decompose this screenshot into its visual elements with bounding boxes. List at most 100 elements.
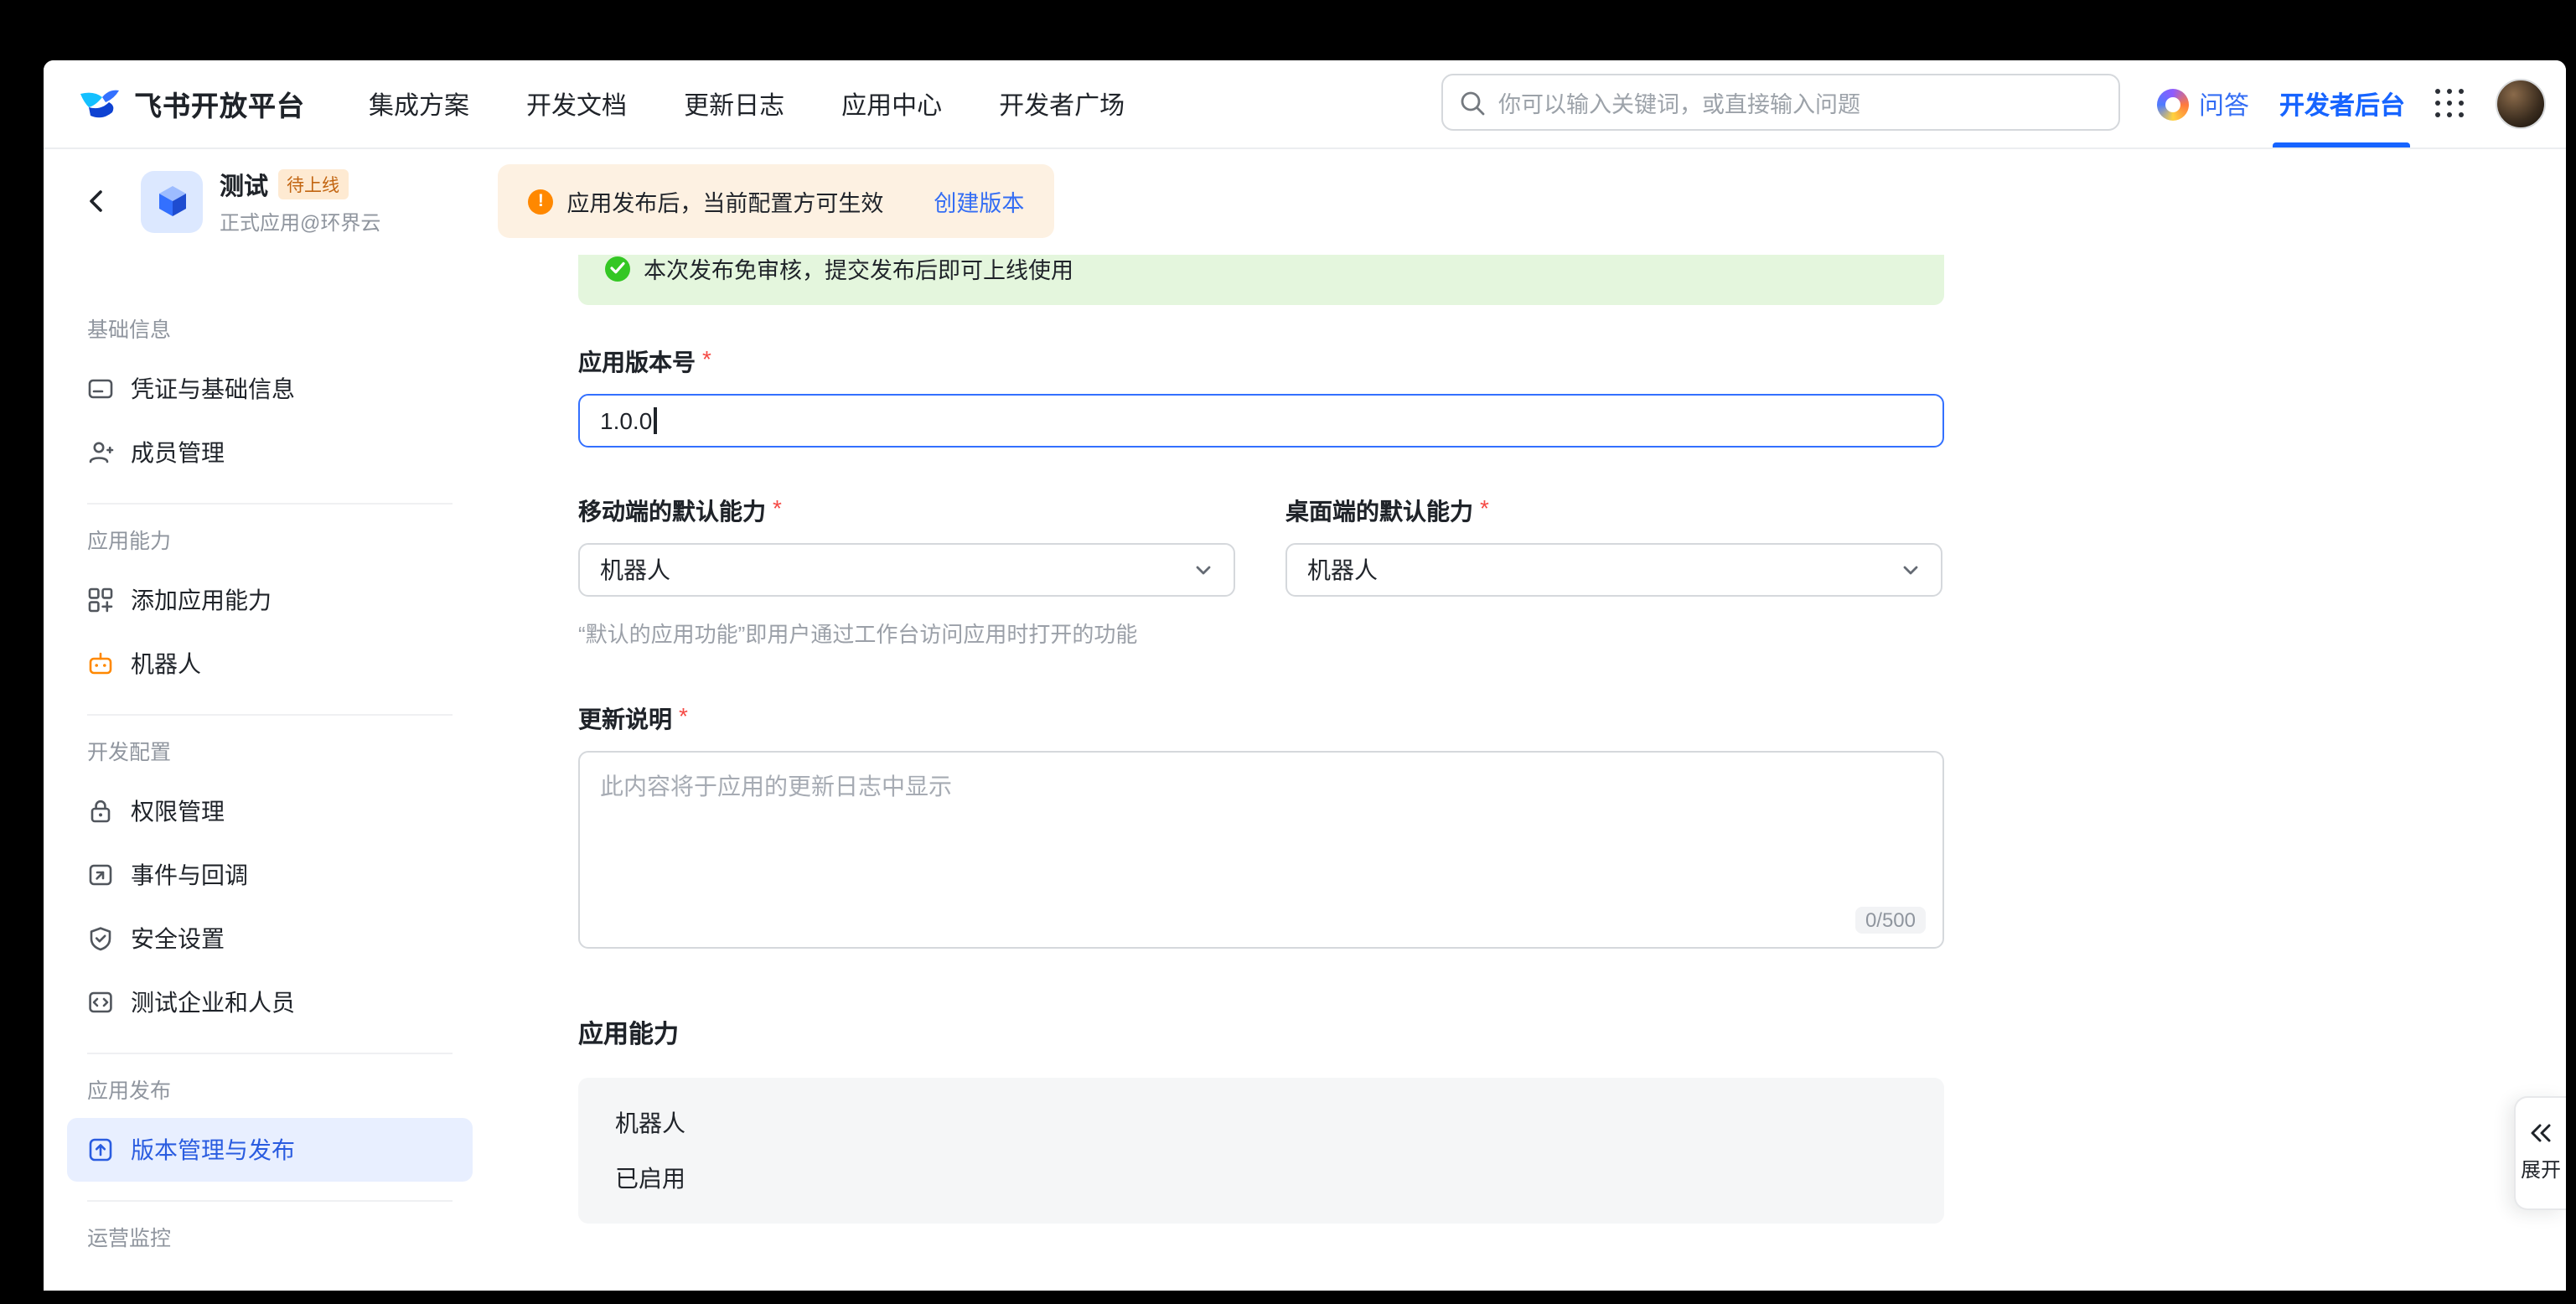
capability-status: 已启用 <box>615 1162 1907 1195</box>
nav-dev-plaza[interactable]: 开发者广场 <box>999 86 1125 122</box>
nav-app-center[interactable]: 应用中心 <box>841 86 942 122</box>
desktop-capability-col: 桌面端的默认能力* 机器人 <box>1285 494 1942 597</box>
sidebar-item-add-capability[interactable]: 添加应用能力 <box>67 568 473 632</box>
form-content: 本次发布免审核，提交发布后即可上线使用 应用版本号* 1.0.0 移动端的默认能… <box>578 255 1944 1291</box>
mobile-capability-label: 移动端的默认能力* <box>578 494 1235 528</box>
sidebar-item-bot[interactable]: 机器人 <box>67 632 473 696</box>
sidebar-section-monitor: 运营监控 <box>67 1220 473 1252</box>
nav-docs[interactable]: 开发文档 <box>526 86 627 122</box>
sidebar-item-version-release[interactable]: 版本管理与发布 <box>67 1118 473 1182</box>
back-chevron-icon <box>84 188 111 215</box>
brand[interactable]: 飞书开放平台 <box>77 82 305 126</box>
sidebar-item-label: 机器人 <box>131 647 201 680</box>
default-capability-hint: “默认的应用功能”即用户通过工作台访问应用时打开的功能 <box>578 617 1944 649</box>
desktop-capability-label: 桌面端的默认能力* <box>1285 494 1942 528</box>
sidebar-item-label: 权限管理 <box>131 794 225 828</box>
test-org-icon <box>87 989 114 1016</box>
sidebar-item-members[interactable]: 成员管理 <box>67 421 473 484</box>
capability-summary-box: 机器人 已启用 <box>578 1078 1944 1224</box>
sidebar-item-label: 凭证与基础信息 <box>131 372 295 406</box>
sidebar-item-permissions[interactable]: 权限管理 <box>67 779 473 843</box>
top-header: 飞书开放平台 集成方案 开发文档 更新日志 应用中心 开发者广场 你可以输入关键… <box>44 60 2566 149</box>
changelog-placeholder: 此内容将于应用的更新日志中显示 <box>600 773 952 799</box>
qa-label: 问答 <box>2199 86 2249 122</box>
active-tab-underline <box>2273 142 2411 147</box>
nav-integration[interactable]: 集成方案 <box>369 86 469 122</box>
warning-icon: ! <box>528 189 553 214</box>
sidebar-section-devconfig: 开发配置 <box>67 734 473 766</box>
header-right: 问答 开发者后台 <box>2157 60 2566 147</box>
required-mark: * <box>773 494 782 528</box>
success-banner-text: 本次发布免审核，提交发布后即可上线使用 <box>644 255 1073 285</box>
required-mark: * <box>1480 494 1489 528</box>
app-name: 测试 <box>220 167 268 202</box>
status-badge: 待上线 <box>278 169 348 199</box>
chevron-down-icon <box>1193 560 1213 580</box>
sidebar-item-label: 测试企业和人员 <box>131 986 295 1019</box>
cube-icon <box>152 181 192 221</box>
app-subtitle: 正式应用@环界云 <box>220 207 380 235</box>
default-capability-row: 移动端的默认能力* 机器人 桌面端的默认能力* <box>578 494 1944 597</box>
add-capability-icon <box>87 587 114 613</box>
sidebar-divider <box>87 503 453 505</box>
main-nav: 集成方案 开发文档 更新日志 应用中心 开发者广场 <box>369 86 1125 122</box>
search-icon <box>1460 90 1485 115</box>
main-panel: 本次发布免审核，提交发布后即可上线使用 应用版本号* 1.0.0 移动端的默认能… <box>496 255 2566 1291</box>
warning-text: 应用发布后，当前配置方可生效 <box>566 184 883 218</box>
sidebar-item-label: 事件与回调 <box>131 858 248 892</box>
publish-warning-banner: ! 应用发布后，当前配置方可生效 创建版本 <box>498 164 1054 238</box>
changelog-textarea[interactable]: 此内容将于应用的更新日志中显示 0/500 <box>578 751 1944 949</box>
sidebar-item-test-org[interactable]: 测试企业和人员 <box>67 970 473 1034</box>
chevron-down-icon <box>1901 560 1921 580</box>
nav-changelog[interactable]: 更新日志 <box>684 86 784 122</box>
screen: 飞书开放平台 集成方案 开发文档 更新日志 应用中心 开发者广场 你可以输入关键… <box>0 0 2576 1304</box>
body: 基础信息 凭证与基础信息 成员管理 应用能力 添加应用能力 机器人 <box>44 255 2566 1291</box>
changelog-label: 更新说明* <box>578 702 1944 736</box>
text-caret <box>654 407 656 434</box>
mobile-capability-col: 移动端的默认能力* 机器人 <box>578 494 1235 597</box>
version-value: 1.0.0 <box>600 407 652 434</box>
app-subheader: 测试 待上线 正式应用@环界云 ! 应用发布后，当前配置方可生效 创建版本 <box>44 147 2566 255</box>
mobile-capability-select[interactable]: 机器人 <box>578 543 1235 597</box>
sidebar-item-credentials[interactable]: 凭证与基础信息 <box>67 357 473 421</box>
search-input[interactable]: 你可以输入关键词，或直接输入问题 <box>1441 74 2120 131</box>
sidebar-divider <box>87 1200 453 1202</box>
members-icon <box>87 439 114 466</box>
sidebar-item-security[interactable]: 安全设置 <box>67 907 473 970</box>
sidebar-section-basic: 基础信息 <box>67 312 473 344</box>
credential-icon <box>87 375 114 402</box>
sidebar-divider <box>87 714 453 716</box>
feishu-logo-icon <box>77 82 121 126</box>
double-chevron-left-icon <box>2529 1123 2553 1143</box>
create-version-link[interactable]: 创建版本 <box>934 184 1024 218</box>
console-label: 开发者后台 <box>2279 86 2405 122</box>
success-check-icon <box>605 256 630 281</box>
sidebar-item-events[interactable]: 事件与回调 <box>67 843 473 907</box>
sidebar: 基础信息 凭证与基础信息 成员管理 应用能力 添加应用能力 机器人 <box>44 255 496 1291</box>
security-shield-icon <box>87 925 114 952</box>
success-banner: 本次发布免审核，提交发布后即可上线使用 <box>578 255 1944 305</box>
sidebar-item-label: 成员管理 <box>131 436 225 469</box>
app-window: 飞书开放平台 集成方案 开发文档 更新日志 应用中心 开发者广场 你可以输入关键… <box>44 60 2566 1291</box>
search-placeholder: 你可以输入关键词，或直接输入问题 <box>1498 85 1860 119</box>
expand-panel-button[interactable]: 展开 <box>2514 1096 2566 1210</box>
char-counter: 0/500 <box>1855 907 1926 934</box>
app-icon <box>141 170 203 232</box>
sidebar-item-label: 安全设置 <box>131 922 225 955</box>
required-mark: * <box>702 345 711 379</box>
version-label: 应用版本号* <box>578 345 1944 379</box>
avatar[interactable] <box>2496 79 2546 129</box>
capability-section-title: 应用能力 <box>578 1016 1944 1051</box>
qa-button[interactable]: 问答 <box>2157 86 2249 122</box>
version-input[interactable]: 1.0.0 <box>578 394 1944 448</box>
back-button[interactable] <box>74 178 121 225</box>
capability-name: 机器人 <box>615 1106 1907 1140</box>
tab-developer-console[interactable]: 开发者后台 <box>2279 60 2405 147</box>
sidebar-section-capability: 应用能力 <box>67 523 473 555</box>
event-callback-icon <box>87 862 114 888</box>
app-meta: 测试 待上线 正式应用@环界云 <box>220 167 380 235</box>
sidebar-divider <box>87 1053 453 1054</box>
apps-grid-icon[interactable] <box>2435 89 2465 119</box>
mobile-capability-value: 机器人 <box>600 553 670 587</box>
desktop-capability-select[interactable]: 机器人 <box>1285 543 1942 597</box>
